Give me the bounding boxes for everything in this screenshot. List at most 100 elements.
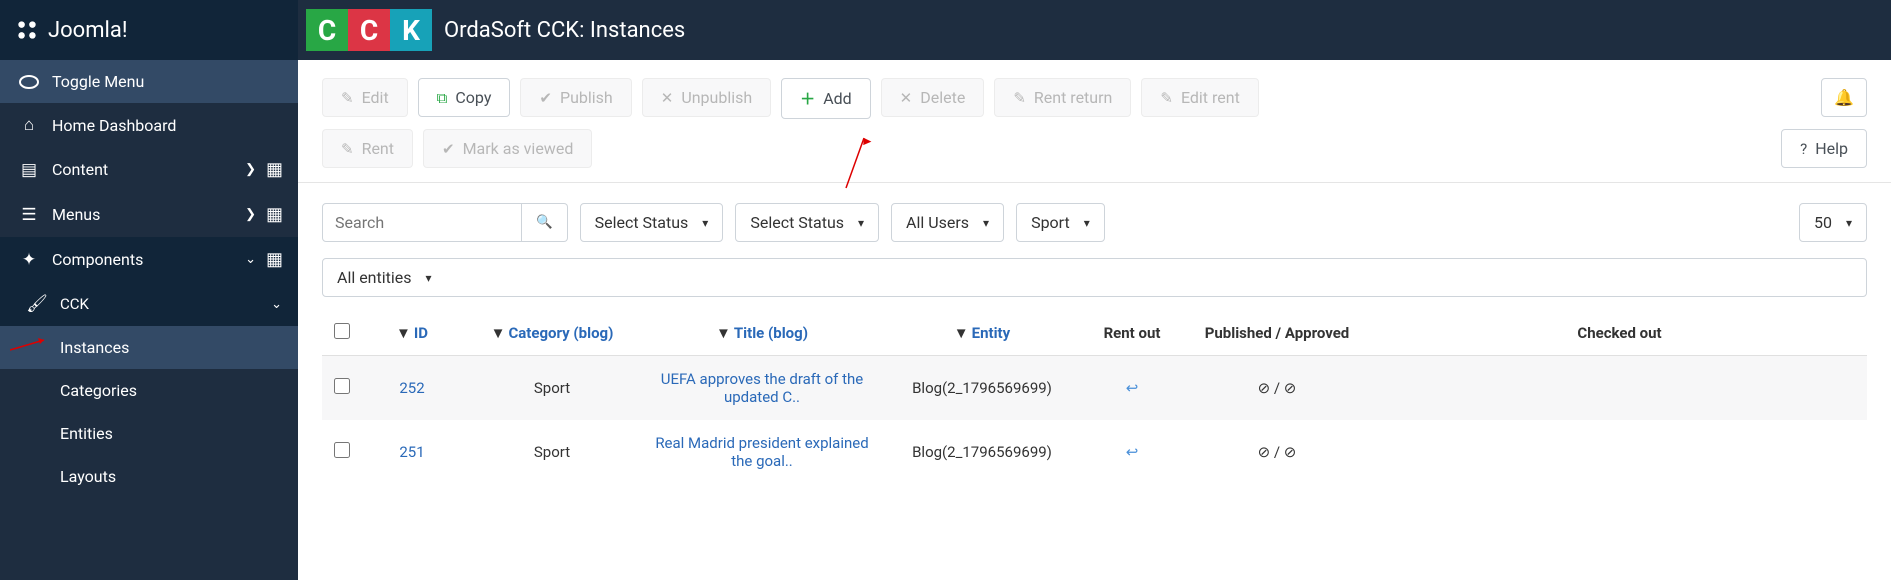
pencil-icon: ✎ — [341, 140, 354, 158]
search-button[interactable]: 🔍 — [522, 203, 568, 242]
sidebar-item-cck[interactable]: 🖌 CCK ⌄ — [0, 282, 298, 326]
x-icon: ✕ — [900, 89, 913, 107]
col-category[interactable]: ▼Category (blog) — [491, 324, 614, 342]
pencil-icon: ✎ — [1160, 89, 1173, 107]
select-all-checkbox[interactable] — [334, 323, 350, 339]
rent-return-button[interactable]: ✎ Rent return — [994, 78, 1131, 117]
sidebar-item-entities[interactable]: Entities — [0, 412, 298, 455]
row-title[interactable]: UEFA approves the draft of the updated C… — [661, 370, 864, 406]
cck-logo-c2: C — [348, 9, 390, 51]
joomla-brand[interactable]: Joomla! — [0, 0, 298, 60]
help-label: Help — [1815, 139, 1848, 158]
sidebar-label-components: Components — [52, 250, 245, 269]
cck-logo-c1: C — [306, 9, 348, 51]
perpage-dropdown[interactable]: 50▾ — [1799, 203, 1867, 242]
delete-button[interactable]: ✕Delete — [881, 78, 985, 117]
sort-icon: ▼ — [396, 324, 411, 342]
sidebar-label-menus: Menus — [52, 205, 245, 224]
search-group: 🔍 — [322, 203, 568, 242]
sidebar-item-components[interactable]: ✦ Components ⌄ ▦ — [0, 237, 298, 282]
category-dropdown[interactable]: Sport ▾ — [1016, 203, 1105, 242]
brand-text: Joomla! — [48, 18, 128, 43]
table: ▼ID ▼Category (blog) ▼Title (blog) ▼Enti… — [298, 311, 1891, 484]
unpublish-label: Unpublish — [681, 88, 752, 107]
table-row: 251 Sport Real Madrid president explaine… — [322, 420, 1867, 484]
col-id[interactable]: ▼ID — [396, 324, 428, 342]
components-icon: ✦ — [16, 250, 42, 270]
add-button[interactable]: ＋ Add — [781, 78, 871, 119]
perpage-label: 50 — [1814, 213, 1832, 232]
topbar: Joomla! C C K OrdaSoft CCK: Instances — [0, 0, 1891, 60]
edit-rent-label: Edit rent — [1181, 88, 1240, 107]
status-dropdown-2[interactable]: Select Status▾ — [735, 203, 879, 242]
row-category: Sport — [462, 420, 642, 484]
sidebar-label-home: Home Dashboard — [52, 116, 282, 135]
chevron-right-icon: ❯ — [245, 162, 256, 177]
sidebar-item-content[interactable]: ▤ Content ❯ ▦ — [0, 147, 298, 192]
status-dropdown-1[interactable]: Select Status▾ — [580, 203, 724, 242]
entities-dropdown[interactable]: All entities▾ — [322, 258, 1867, 297]
add-label: Add — [823, 89, 851, 108]
sidebar-label-categories: Categories — [60, 381, 282, 400]
col-title[interactable]: ▼Title (blog) — [716, 324, 808, 342]
toggle-menu[interactable]: Toggle Menu — [0, 60, 298, 103]
unpublish-button[interactable]: ✕Unpublish — [642, 78, 771, 117]
copy-icon: ⧉ — [437, 89, 448, 107]
publish-button[interactable]: ✔Publish — [520, 78, 631, 117]
menus-icon: ☰ — [16, 205, 42, 225]
check-icon: ✔ — [539, 89, 552, 107]
edit-button[interactable]: ✎Edit — [322, 78, 408, 117]
sport-label: Sport — [1031, 213, 1070, 232]
mark-viewed-button[interactable]: ✔Mark as viewed — [423, 129, 592, 168]
sort-icon: ▼ — [491, 324, 506, 342]
reply-icon[interactable]: ↩ — [1126, 379, 1139, 397]
users-dropdown[interactable]: All Users▾ — [891, 203, 1004, 242]
row-checkbox[interactable] — [334, 442, 350, 458]
joomla-icon — [14, 17, 40, 43]
row-checkbox[interactable] — [334, 378, 350, 394]
sidebar-item-instances[interactable]: Instances — [0, 326, 298, 369]
plus-icon: ＋ — [800, 88, 815, 109]
row-category: Sport — [462, 356, 642, 421]
copy-label: Copy — [455, 88, 491, 107]
mark-viewed-label: Mark as viewed — [463, 139, 574, 158]
reply-icon[interactable]: ↩ — [1126, 443, 1139, 461]
col-rentout: Rent out — [1082, 311, 1182, 356]
help-button[interactable]: ?Help — [1781, 129, 1867, 168]
edit-rent-button[interactable]: ✎ Edit rent — [1141, 78, 1258, 117]
chevron-down-icon: ▾ — [858, 216, 864, 230]
sidebar-label-cck: CCK — [60, 295, 271, 313]
search-icon: 🔍 — [536, 215, 553, 230]
grid-icon[interactable]: ▦ — [266, 204, 282, 225]
copy-button[interactable]: ⧉ Copy — [418, 78, 511, 117]
sidebar-label-entities: Entities — [60, 424, 282, 443]
home-icon: ⌂ — [16, 115, 42, 135]
grid-icon[interactable]: ▦ — [266, 249, 282, 270]
sidebar-item-home[interactable]: ⌂ Home Dashboard — [0, 103, 298, 147]
row-pubapp: ⊘ / ⊘ — [1182, 356, 1372, 421]
row-id[interactable]: 252 — [399, 379, 424, 397]
status1-label: Select Status — [595, 213, 689, 232]
brush-icon: 🖌 — [24, 294, 50, 314]
rent-button[interactable]: ✎ Rent — [322, 129, 413, 168]
sidebar-item-categories[interactable]: Categories — [0, 369, 298, 412]
toggle-label: Toggle Menu — [52, 72, 282, 91]
pencil-icon: ✎ — [1013, 89, 1026, 107]
sidebar-item-layouts[interactable]: Layouts — [0, 455, 298, 498]
rent-label: Rent — [362, 139, 394, 158]
chevron-down-icon: ▾ — [1084, 216, 1090, 230]
rent-return-label: Rent return — [1034, 88, 1112, 107]
entities-label: All entities — [337, 268, 412, 287]
grid-icon[interactable]: ▦ — [266, 159, 282, 180]
annotation-arrow — [10, 336, 50, 352]
filters: 🔍 Select Status▾ Select Status▾ All User… — [298, 183, 1891, 311]
row-entity: Blog(2_1796569699) — [882, 356, 1082, 421]
sidebar-item-menus[interactable]: ☰ Menus ❯ ▦ — [0, 192, 298, 237]
bell-icon: 🔔 — [1834, 88, 1854, 107]
search-input[interactable] — [322, 203, 522, 242]
col-entity[interactable]: ▼Entity — [954, 324, 1010, 342]
row-title[interactable]: Real Madrid president explained the goal… — [655, 434, 868, 470]
toolbar: ✎Edit ⧉Copy ✔Publish ✕Unpublish ＋Add ✕De… — [298, 60, 1891, 183]
notifications-button[interactable]: 🔔 — [1821, 78, 1867, 117]
row-id[interactable]: 251 — [399, 443, 424, 461]
